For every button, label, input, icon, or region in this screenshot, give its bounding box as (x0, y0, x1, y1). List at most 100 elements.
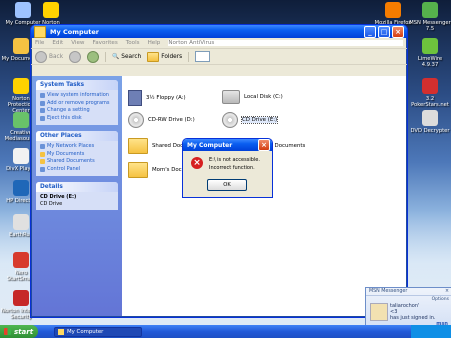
dvd-icon (422, 110, 438, 126)
msn-icon (422, 2, 438, 18)
toolbar: Back 🔍 Search Folders (31, 49, 407, 65)
folders-button[interactable]: Folders (147, 51, 182, 62)
error-dialog[interactable]: My Computer × × E:\ is not accessible. I… (182, 138, 273, 198)
item-label: 3½ Floppy (A:) (146, 95, 186, 101)
error-icon: × (191, 157, 203, 169)
desktop-icon-dvd-decrypter[interactable]: DVD Decrypter (409, 110, 451, 134)
msn-close-icon[interactable]: × (445, 289, 449, 294)
taskbar: start My Computer (0, 325, 451, 338)
floppy-drive-icon (128, 90, 142, 106)
task-view-system-info[interactable]: View system information (40, 92, 114, 100)
norton-security-icon (13, 290, 29, 306)
taskbar-item-my-computer[interactable]: My Computer (54, 326, 142, 337)
place-control-panel[interactable]: Control Panel (40, 166, 114, 174)
menu-tools[interactable]: Tools (126, 40, 140, 46)
dialog-message-line2: Incorrect function. (209, 165, 255, 171)
other-places-panel: Other Places My Network Places My Docume… (36, 131, 118, 176)
ok-button[interactable]: OK (207, 179, 247, 191)
desktop-icon-firefox[interactable]: Mozilla Firefox (372, 2, 414, 26)
task-change-setting[interactable]: Change a setting (40, 107, 114, 115)
taskbar-item-label: My Computer (67, 328, 104, 335)
desktop-icon-label: DVD Decrypter (410, 128, 450, 134)
earthrun-icon (13, 214, 29, 230)
search-icon: 🔍 (112, 53, 120, 60)
msn-options-link[interactable]: Options (432, 297, 449, 302)
limewire-icon (422, 38, 438, 54)
start-label: start (14, 327, 34, 336)
hp-icon (13, 180, 29, 196)
other-places-title[interactable]: Other Places (36, 131, 118, 141)
nero-icon (13, 252, 29, 268)
info-icon (40, 93, 45, 99)
search-button[interactable]: 🔍 Search (112, 54, 141, 60)
up-folder-button[interactable] (87, 50, 100, 63)
msn-message[interactable]: taliarochon' <3 has just signed in. (390, 303, 435, 321)
msn-header: MSN Messenger × (366, 288, 451, 296)
dialog-message: E:\ is not accessible. Incorrect functio… (209, 156, 260, 172)
explorer-title: My Computer (50, 27, 99, 36)
computer-icon (15, 2, 31, 18)
dialog-titlebar[interactable]: My Computer × (183, 139, 272, 151)
task-label: View system information (47, 92, 109, 98)
norton-icon (13, 78, 29, 94)
toolbar-separator (188, 51, 190, 62)
forward-button[interactable] (69, 50, 82, 63)
place-my-network-places[interactable]: My Network Places (40, 143, 114, 151)
views-button[interactable] (195, 51, 211, 62)
dialog-close-button[interactable]: × (258, 139, 270, 151)
menu-view[interactable]: View (71, 40, 84, 46)
task-eject-disk[interactable]: Eject this disk (40, 115, 114, 123)
close-button[interactable]: × (392, 25, 404, 38)
back-arrow-icon (35, 50, 47, 63)
settings-icon (40, 108, 45, 114)
task-label: Eject this disk (47, 114, 82, 121)
toolbar-separator (105, 51, 107, 62)
menu-right-area: Norton AntiVirus (168, 40, 403, 46)
minimize-button[interactable]: _ (364, 25, 376, 38)
menu-edit[interactable]: Edit (52, 40, 63, 46)
menu-favorites[interactable]: Favorites (93, 40, 118, 46)
place-my-documents[interactable]: My Documents (40, 151, 114, 159)
start-button[interactable]: start (0, 325, 38, 338)
back-button[interactable]: Back (35, 50, 64, 63)
desktop-icon-msn[interactable]: MSN Messenger 7.5 (409, 2, 451, 32)
menu-file[interactable]: File (35, 40, 44, 46)
task-add-remove-programs[interactable]: Add or remove programs (40, 100, 114, 108)
search-label: Search (121, 53, 142, 60)
details-title[interactable]: Details (36, 182, 118, 192)
control-panel-icon (40, 166, 45, 172)
desktop-icon-norton[interactable]: Norton (30, 2, 72, 26)
avatar (370, 303, 388, 321)
back-label: Back (49, 53, 64, 60)
item-label: CD Drive (E:) (240, 116, 279, 124)
dvd-rom-icon (222, 112, 238, 128)
maximize-button[interactable]: □ (378, 25, 390, 38)
divx-icon (13, 148, 29, 164)
desktop-icon-pokerstars[interactable]: 3.2 PokerStars.net (409, 78, 451, 108)
drive-cd-e[interactable]: CD Drive (E:) (222, 112, 279, 128)
drive-local-c[interactable]: Local Disk (C:) (222, 90, 283, 104)
place-label: Shared Documents (47, 158, 95, 164)
dialog-message-line1: E:\ is not accessible. (209, 157, 260, 163)
msn-notification[interactable]: MSN Messenger × Options taliarochon' <3 … (365, 287, 451, 329)
menu-help[interactable]: Help (148, 40, 161, 46)
norton-icon (43, 2, 59, 18)
system-tasks-title[interactable]: System Tasks (36, 80, 118, 90)
details-panel: Details CD Drive (E:) CD Drive (36, 182, 118, 210)
firefox-icon (385, 2, 401, 18)
folder-icon (147, 51, 160, 62)
system-tasks-panel: System Tasks View system information Add… (36, 80, 118, 125)
explorer-titlebar[interactable]: My Computer _ □ × (31, 25, 407, 38)
place-shared-documents[interactable]: Shared Documents (40, 158, 114, 166)
hard-drive-icon (222, 90, 240, 104)
msn-status: has just signed in. (390, 315, 436, 321)
place-label: Control Panel (47, 165, 81, 172)
programs-icon (40, 100, 45, 106)
norton-antivirus-label[interactable]: Norton AntiVirus (168, 40, 214, 46)
task-label: Change a setting (47, 107, 90, 113)
drive-floppy-a[interactable]: 3½ Floppy (A:) (128, 90, 186, 106)
desktop-icon-limewire[interactable]: LimeWire 4.9.37 (409, 38, 451, 68)
menu-bar: File Edit View Favorites Tools Help Nort… (31, 38, 407, 49)
eject-icon (40, 115, 45, 121)
drive-cdrw-d[interactable]: CD-RW Drive (D:) (128, 112, 195, 128)
